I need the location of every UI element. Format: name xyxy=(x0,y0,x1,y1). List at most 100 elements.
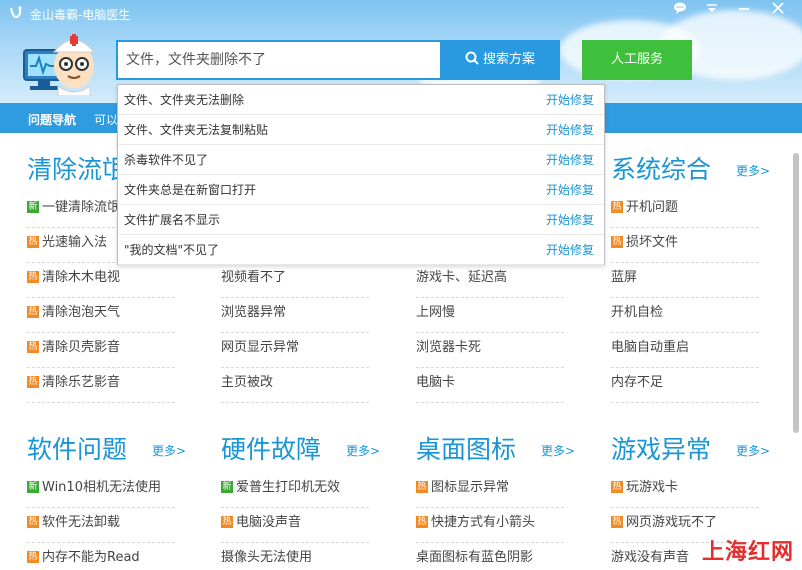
new-badge: 新 xyxy=(27,480,39,493)
problem-item-label: 浏览器异常 xyxy=(221,305,287,320)
problem-item[interactable]: 热开机问题 xyxy=(611,193,759,228)
hot-badge: 热 xyxy=(221,515,233,528)
problem-item[interactable]: 新 Win10相机无法使用 xyxy=(27,473,175,508)
more-link[interactable]: 更多> xyxy=(736,162,770,179)
minimize-icon[interactable] xyxy=(734,2,754,20)
problem-item[interactable]: 摄像头无法使用 xyxy=(221,543,369,570)
hot-badge: 热 xyxy=(611,200,623,213)
problem-item[interactable]: 热图标显示异常 xyxy=(416,473,564,508)
menu-icon[interactable] xyxy=(702,2,722,20)
suggestion-text: 文件扩展名不显示 xyxy=(124,213,221,227)
start-repair-link[interactable]: 开始修复 xyxy=(546,175,594,205)
problem-item-label: 开机自检 xyxy=(611,305,664,320)
problem-item[interactable]: 浏览器卡死 xyxy=(416,333,564,368)
hot-badge: 热 xyxy=(611,515,623,528)
problem-item[interactable]: 游戏卡、延迟高 xyxy=(416,263,564,298)
problem-item-label: 网页游戏玩不了 xyxy=(626,515,718,530)
problem-item[interactable]: 热清除泡泡天气 xyxy=(27,298,175,333)
problem-item[interactable]: 网页显示异常 xyxy=(221,333,369,368)
problem-item-label: 损坏文件 xyxy=(626,235,679,250)
search-button[interactable]: 搜索方案 xyxy=(440,40,560,80)
section-title: 清除流氓 xyxy=(27,155,128,184)
problem-item-label: 内存不能为Read xyxy=(42,550,140,565)
human-service-button[interactable]: 人工服务 xyxy=(582,40,692,80)
suggestion-text: "我的文档"不见了 xyxy=(124,243,220,257)
new-badge: 新 xyxy=(221,480,233,493)
suggestion-item[interactable]: 文件、文件夹无法删除 开始修复 xyxy=(118,85,604,115)
problem-item-label: 浏览器卡死 xyxy=(416,340,482,355)
problem-item-label: 一键清除流氓 xyxy=(42,200,121,215)
start-repair-link[interactable]: 开始修复 xyxy=(546,235,594,265)
start-repair-link[interactable]: 开始修复 xyxy=(546,145,594,175)
suggestion-item[interactable]: 文件、文件夹无法复制粘贴 开始修复 xyxy=(118,115,604,145)
problem-item[interactable]: 视频看不了 xyxy=(221,263,369,298)
problem-item[interactable]: 电脑自动重启 xyxy=(611,333,759,368)
problem-item-label: 清除泡泡天气 xyxy=(42,305,121,320)
more-link[interactable]: 更多> xyxy=(541,442,575,459)
suggestion-text: 文件、文件夹无法删除 xyxy=(124,93,245,107)
problem-item[interactable]: 桌面图标有蓝色阴影 xyxy=(416,543,564,570)
suggestion-item[interactable]: 文件夹总是在新窗口打开 开始修复 xyxy=(118,175,604,205)
nav-label[interactable]: 问题导航 xyxy=(28,111,76,128)
hot-badge: 热 xyxy=(27,305,39,318)
problem-item[interactable]: 热清除贝壳影音 xyxy=(27,333,175,368)
more-link[interactable]: 更多> xyxy=(152,442,186,459)
suggestion-text: 文件、文件夹无法复制粘贴 xyxy=(124,123,269,137)
problem-item-label: 软件无法卸载 xyxy=(42,515,121,530)
problem-item[interactable]: 内存不足 xyxy=(611,368,759,403)
suggestion-item[interactable]: 杀毒软件不见了 开始修复 xyxy=(118,145,604,175)
hot-badge: 热 xyxy=(27,270,39,283)
problem-item[interactable]: 热软件无法卸载 xyxy=(27,508,175,543)
suggestion-item[interactable]: "我的文档"不见了 开始修复 xyxy=(118,235,604,265)
app-logo-icon xyxy=(8,5,24,21)
section-title: 系统综合 xyxy=(611,155,712,184)
hot-badge: 热 xyxy=(27,340,39,353)
search-button-label: 搜索方案 xyxy=(482,52,535,67)
section-title: 硬件故障 xyxy=(221,435,322,464)
problem-item[interactable]: 新爱普生打印机无效 xyxy=(221,473,369,508)
problem-item[interactable]: 蓝屏 xyxy=(611,263,759,298)
problem-item[interactable]: 浏览器异常 xyxy=(221,298,369,333)
hot-badge: 热 xyxy=(27,235,39,248)
hot-badge: 热 xyxy=(416,480,428,493)
scrollbar-thumb[interactable] xyxy=(793,153,799,433)
problem-item-label: 玩游戏卡 xyxy=(626,480,679,495)
problem-item[interactable]: 热玩游戏卡 xyxy=(611,473,759,508)
problem-item-label: 桌面图标有蓝色阴影 xyxy=(416,550,534,565)
problem-item[interactable]: 热快捷方式有小箭头 xyxy=(416,508,564,543)
nav-sub-text: 可以 xyxy=(94,113,119,127)
vertical-scrollbar[interactable] xyxy=(792,135,800,435)
close-icon[interactable] xyxy=(768,2,788,20)
more-link[interactable]: 更多> xyxy=(736,442,770,459)
start-repair-link[interactable]: 开始修复 xyxy=(546,115,594,145)
problem-item-label: 清除乐艺影音 xyxy=(42,375,121,390)
problem-item-label: 内存不足 xyxy=(611,375,664,390)
problem-item[interactable]: 上网慢 xyxy=(416,298,564,333)
problem-item[interactable]: 开机自检 xyxy=(611,298,759,333)
start-repair-link[interactable]: 开始修复 xyxy=(546,85,594,115)
problem-item[interactable]: 热电脑没声音 xyxy=(221,508,369,543)
problem-item[interactable]: 热清除乐艺影音 xyxy=(27,368,175,403)
problem-item-label: 开机问题 xyxy=(626,200,679,215)
problem-item-label: 网页显示异常 xyxy=(221,340,300,355)
problem-item-label: 游戏没有声音 xyxy=(611,550,690,565)
search-icon xyxy=(465,51,479,65)
hot-badge: 热 xyxy=(611,235,623,248)
problem-item[interactable]: 热内存不能为Read xyxy=(27,543,175,570)
problem-item[interactable]: 热清除木木电视 xyxy=(27,263,175,298)
hot-badge: 热 xyxy=(27,375,39,388)
problem-item-label: 图标显示异常 xyxy=(431,480,510,495)
problem-item[interactable]: 热损坏文件 xyxy=(611,228,759,263)
problem-item-label: 电脑自动重启 xyxy=(611,340,690,355)
suggestion-item[interactable]: 文件扩展名不显示 开始修复 xyxy=(118,205,604,235)
search-input[interactable]: 文件，文件夹删除不了 xyxy=(116,40,440,80)
chat-icon[interactable] xyxy=(670,2,690,20)
problem-item[interactable]: 主页被改 xyxy=(221,368,369,403)
start-repair-link[interactable]: 开始修复 xyxy=(546,205,594,235)
hot-badge: 热 xyxy=(611,480,623,493)
section-title: 游戏异常 xyxy=(611,435,712,464)
problem-item[interactable]: 电脑卡 xyxy=(416,368,564,403)
watermark-text: 上海红网 xyxy=(701,540,794,565)
problem-item-label: 蓝屏 xyxy=(611,270,638,285)
more-link[interactable]: 更多> xyxy=(346,442,380,459)
